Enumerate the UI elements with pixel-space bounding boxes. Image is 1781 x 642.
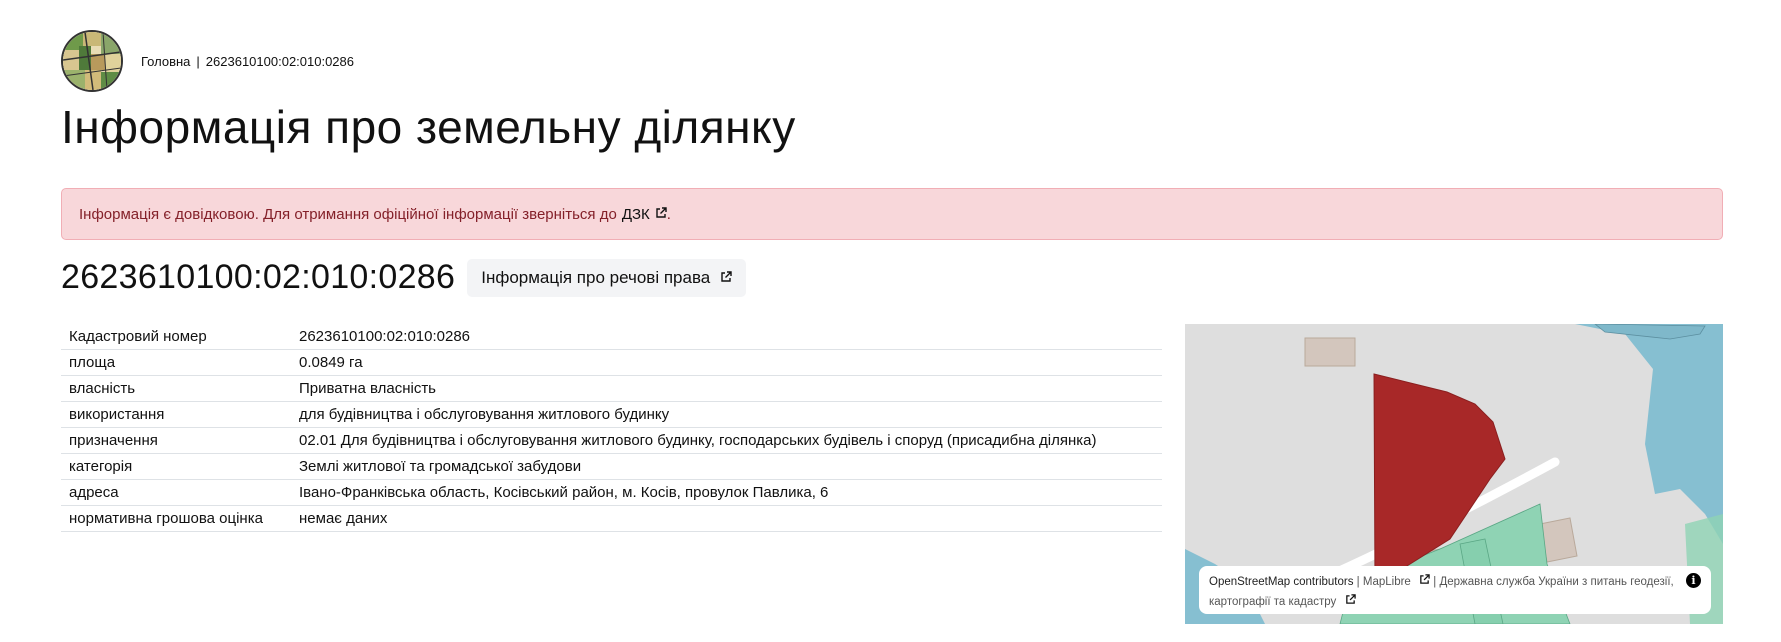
maplibre-label: MapLibre [1362,576,1411,588]
row-key: нормативна грошова оцінка [61,505,291,532]
row-value: Івано-Франківська область, Косівський ра… [291,479,1162,506]
row-key: площа [61,349,291,376]
page-title: Інформація про земельну ділянку [61,101,796,153]
parcel-map[interactable]: OpenStreetMap contributors | MapLibre | … [1185,324,1723,624]
external-link-icon [720,268,732,288]
row-key: власність [61,375,291,402]
breadcrumb-home-link[interactable]: Головна [141,54,190,69]
dzk-link-label: ДЗК [621,205,650,223]
parcel-info-table: Кадастровий номер 2623610100:02:010:0286… [61,324,1162,532]
row-value: Землі житлової та громадської забудови [291,453,1162,480]
external-link-icon [1419,572,1430,592]
row-key: Кадастровий номер [61,324,291,350]
external-link-icon [655,206,667,223]
row-key: адреса [61,479,291,506]
breadcrumb: Головна | 2623610100:02:010:0286 [141,54,354,69]
table-row: площа 0.0849 га [61,349,1162,376]
table-row: власність Приватна власність [61,375,1162,402]
breadcrumb-separator: | [196,53,200,69]
dzk-link[interactable]: ДЗК [622,206,667,223]
info-icon[interactable]: i [1686,573,1701,588]
alert-suffix: . [666,205,671,223]
site-logo[interactable] [61,30,123,92]
row-value: для будівництва і обслуговування житлово… [291,401,1162,428]
row-value: 0.0849 га [291,349,1162,376]
table-row: адреса Івано-Франківська область, Косівс… [61,479,1162,506]
osm-link[interactable]: OpenStreetMap contributors [1209,576,1353,588]
alert-text: Інформація є довідковою. Для отримання о… [79,205,617,223]
info-alert: Інформація є довідковою. Для отримання о… [61,188,1723,240]
parcel-heading: 2623610100:02:010:0286 Інформація про ре… [61,258,747,297]
row-value: 02.01 Для будівництва і обслуговування ж… [291,427,1162,454]
table-row: нормативна грошова оцінка немає даних [61,505,1162,532]
property-rights-button[interactable]: Інформація про речові права [467,258,747,297]
building [1304,337,1356,367]
row-value: Приватна власність [291,375,1162,402]
row-key: використання [61,401,291,428]
attribution-separator: | [1433,576,1437,588]
table-row: Кадастровий номер 2623610100:02:010:0286 [61,324,1162,350]
row-key: категорія [61,453,291,480]
row-value: немає даних [291,505,1162,532]
cadastral-number-heading: 2623610100:02:010:0286 [61,258,456,296]
external-link-icon [1345,592,1356,612]
map-attribution: OpenStreetMap contributors | MapLibre | … [1199,566,1711,614]
table-row: використання для будівництва і обслугову… [61,401,1162,428]
breadcrumb-current: 2623610100:02:010:0286 [205,53,355,69]
property-rights-label: Інформація про речові права [481,267,711,287]
attribution-separator: | [1356,576,1360,588]
table-row: категорія Землі житлової та громадської … [61,453,1162,480]
table-row: призначення 02.01 Для будівництва і обсл… [61,427,1162,454]
row-value: 2623610100:02:010:0286 [291,324,1162,350]
header: Головна | 2623610100:02:010:0286 [61,29,354,93]
maplibre-link[interactable]: MapLibre [1362,574,1430,588]
row-key: призначення [61,427,291,454]
